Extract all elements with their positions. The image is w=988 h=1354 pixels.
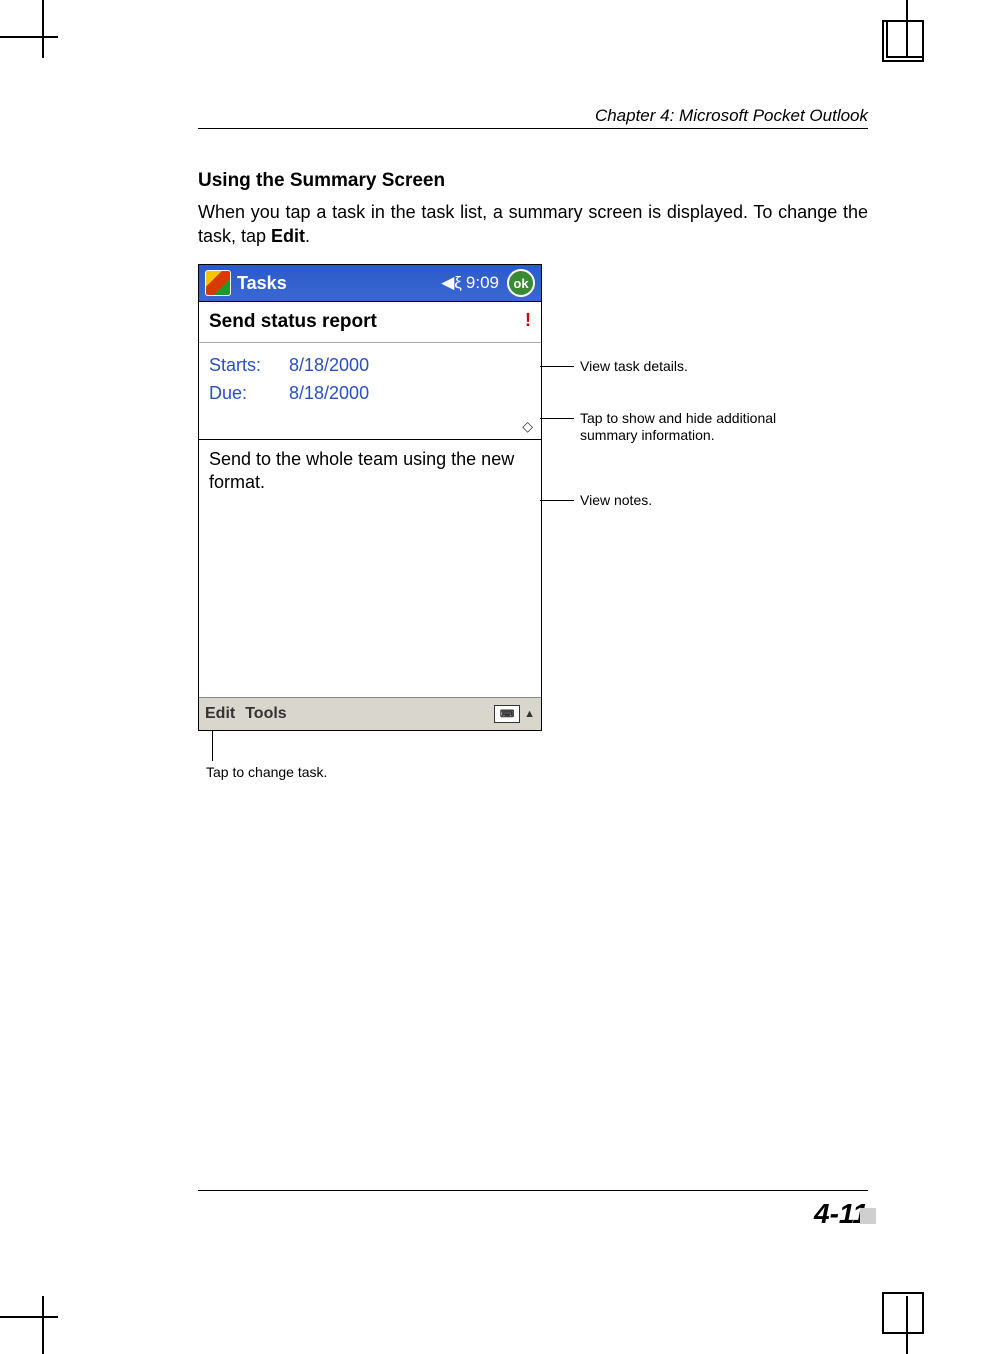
tasks-summary-screenshot: Tasks ◀ξ 9:09 ok Send status report ! St… bbox=[198, 264, 542, 731]
keyboard-icon[interactable]: ⌨ bbox=[494, 705, 520, 723]
callout-line bbox=[212, 730, 213, 760]
due-row: Due: 8/18/2000 bbox=[209, 379, 531, 407]
footer-rule bbox=[198, 1190, 868, 1191]
crop-mark bbox=[42, 0, 44, 58]
callout-notes: View notes. bbox=[580, 492, 652, 509]
due-label: Due: bbox=[209, 383, 289, 404]
callout-line bbox=[540, 500, 574, 501]
chapter-header: Chapter 4: Microsoft Pocket Outlook bbox=[198, 106, 868, 126]
bottom-menubar: Edit Tools ⌨ ▲ bbox=[199, 697, 541, 730]
speaker-icon[interactable]: ◀ξ bbox=[441, 273, 462, 293]
priority-icon: ! bbox=[525, 310, 531, 331]
header-rule bbox=[198, 128, 868, 129]
crop-mark bbox=[886, 20, 924, 22]
task-name-row[interactable]: Send status report ! bbox=[199, 302, 541, 343]
callout-line bbox=[212, 760, 213, 761]
ok-button[interactable]: ok bbox=[507, 269, 535, 297]
crop-mark bbox=[886, 56, 924, 58]
task-name: Send status report bbox=[209, 311, 377, 333]
start-flag-icon[interactable] bbox=[205, 270, 231, 296]
window-titlebar: Tasks ◀ξ 9:09 ok bbox=[199, 265, 541, 302]
window-title: Tasks bbox=[237, 273, 441, 294]
edit-menu[interactable]: Edit bbox=[205, 705, 235, 723]
document-page: Chapter 4: Microsoft Pocket Outlook Usin… bbox=[0, 0, 988, 1354]
footer-square-icon bbox=[860, 1208, 876, 1224]
registration-box bbox=[882, 1292, 924, 1334]
body-bold: Edit bbox=[271, 226, 305, 246]
due-value: 8/18/2000 bbox=[289, 383, 369, 404]
starts-row: Starts: 8/18/2000 bbox=[209, 351, 531, 379]
callout-edit: Tap to change task. bbox=[206, 764, 327, 781]
section-heading: Using the Summary Screen bbox=[198, 170, 445, 192]
sip-caret-icon[interactable]: ▲ bbox=[524, 708, 535, 720]
tools-menu[interactable]: Tools bbox=[245, 705, 286, 723]
starts-label: Starts: bbox=[209, 355, 289, 376]
crop-mark bbox=[0, 36, 58, 38]
callout-toggle: Tap to show and hide additional summary … bbox=[580, 410, 800, 444]
collapse-toggle-icon[interactable]: ◇ bbox=[522, 418, 533, 435]
crop-mark bbox=[42, 1296, 44, 1354]
callout-line bbox=[540, 366, 574, 367]
body-after: . bbox=[305, 226, 310, 246]
clock-time: 9:09 bbox=[466, 273, 499, 293]
callout-line bbox=[540, 418, 574, 419]
callout-task-details: View task details. bbox=[580, 358, 688, 375]
body-paragraph: When you tap a task in the task list, a … bbox=[198, 200, 868, 249]
task-notes[interactable]: Send to the whole team using the new for… bbox=[199, 440, 541, 694]
starts-value: 8/18/2000 bbox=[289, 355, 369, 376]
crop-mark bbox=[886, 20, 888, 58]
task-details: Starts: 8/18/2000 Due: 8/18/2000 ◇ bbox=[199, 343, 541, 440]
crop-mark bbox=[0, 1316, 58, 1318]
